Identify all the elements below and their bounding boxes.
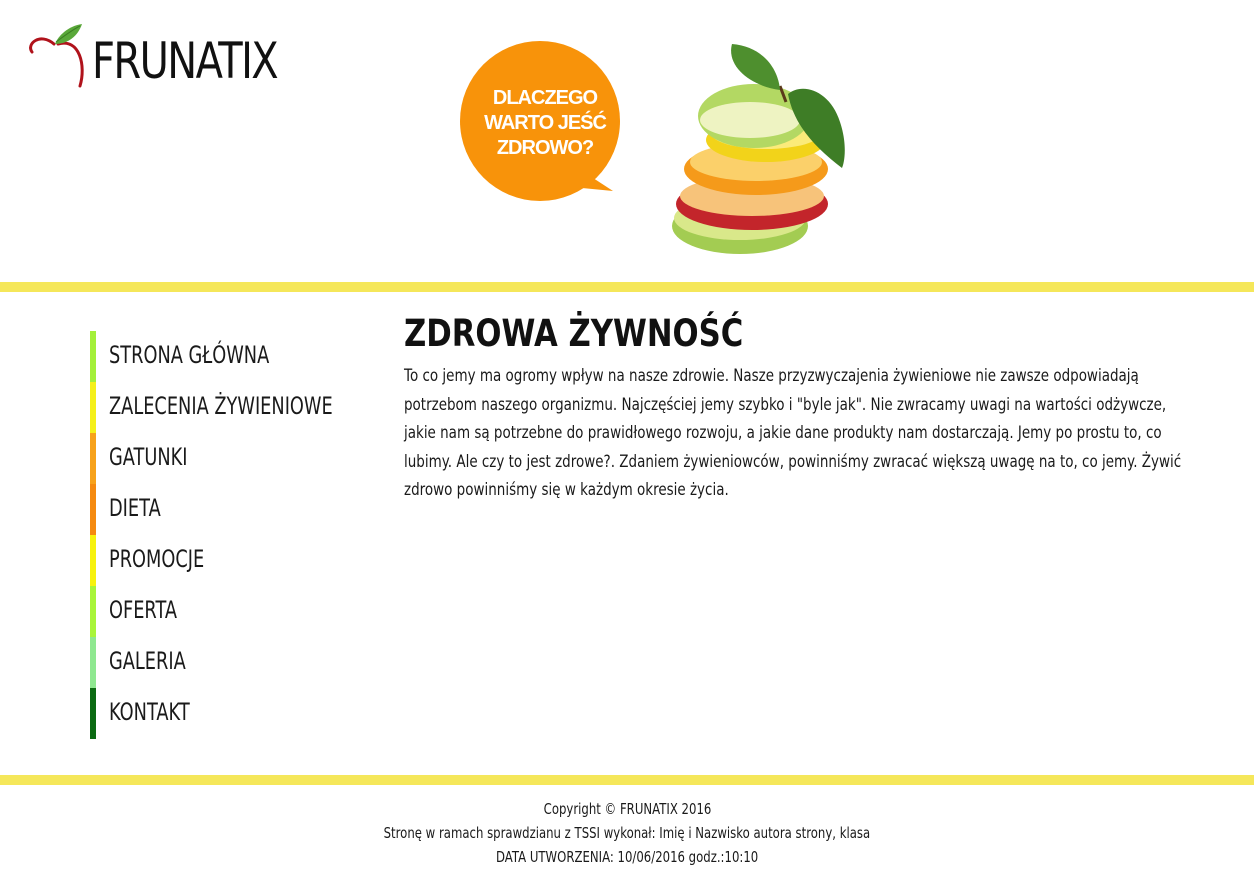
footer-created-line: DATA UTWORZENIA: 10/06/2016 godz.:10:10 xyxy=(0,845,1254,869)
footer-copyright: Copyright © FRUNATIX 2016 xyxy=(543,800,711,818)
footer-author: Stronę w ramach sprawdzianu z TSSI wykon… xyxy=(383,824,871,842)
nav-item-label: OFERTA xyxy=(109,596,178,624)
nav-item-oferta[interactable]: OFERTA xyxy=(90,586,370,637)
footer-author-line: Stronę w ramach sprawdzianu z TSSI wykon… xyxy=(0,821,1254,845)
banner: DLACZEGO WARTO JEŚĆ ZDROWO? xyxy=(450,36,860,266)
nav-item-label: GATUNKI xyxy=(109,443,188,471)
main-nav: STRONA GŁÓWNA ZALECENIA ŻYWIENIOWE GATUN… xyxy=(90,331,370,739)
banner-line: WARTO JEŚĆ xyxy=(484,112,607,134)
footer-divider xyxy=(0,775,1254,785)
site-footer: Copyright © FRUNATIX 2016 Stronę w ramac… xyxy=(0,797,1254,869)
nav-item-label: KONTAKT xyxy=(109,698,190,726)
nav-item-label: STRONA GŁÓWNA xyxy=(109,341,270,369)
nav-item-label: ZALECENIA ŻYWIENIOWE xyxy=(109,392,333,420)
banner-line: ZDROWO? xyxy=(496,137,594,159)
site-header: FRUNATIX DLACZEGO WARTO JEŚĆ ZDROWO? xyxy=(0,0,1254,282)
apple-leaf-icon xyxy=(29,24,84,88)
nav-item-kontakt[interactable]: KONTAKT xyxy=(90,688,370,739)
main-content: ZDROWA ŻYWNOŚĆ To co jemy ma ogromy wpły… xyxy=(404,312,1204,522)
banner-line: DLACZEGO xyxy=(492,87,598,109)
header-divider xyxy=(0,282,1254,292)
nav-item-strona-glowna[interactable]: STRONA GŁÓWNA xyxy=(90,331,370,382)
nav-item-promocje[interactable]: PROMOCJE xyxy=(90,535,370,586)
nav-item-label: DIETA xyxy=(109,494,161,522)
nav-item-zalecenia-zywieniowe[interactable]: ZALECENIA ŻYWIENIOWE xyxy=(90,382,370,433)
article-body: To co jemy ma ogromy wpływ na nasze zdro… xyxy=(404,366,1182,500)
page-title: ZDROWA ŻYWNOŚĆ xyxy=(404,312,744,355)
footer-created: DATA UTWORZENIA: 10/06/2016 godz.:10:10 xyxy=(495,848,759,866)
nav-item-dieta[interactable]: DIETA xyxy=(90,484,370,535)
nav-item-label: PROMOCJE xyxy=(109,545,205,573)
logo-text: FRUNATIX xyxy=(92,32,279,90)
banner-bubble-text: DLACZEGO WARTO JEŚĆ ZDROWO? xyxy=(462,86,628,161)
nav-item-label: GALERIA xyxy=(109,647,186,675)
nav-item-galeria[interactable]: GALERIA xyxy=(90,637,370,688)
nav-item-gatunki[interactable]: GATUNKI xyxy=(90,433,370,484)
logo[interactable]: FRUNATIX xyxy=(28,22,288,102)
footer-copyright-line: Copyright © FRUNATIX 2016 xyxy=(0,797,1254,821)
